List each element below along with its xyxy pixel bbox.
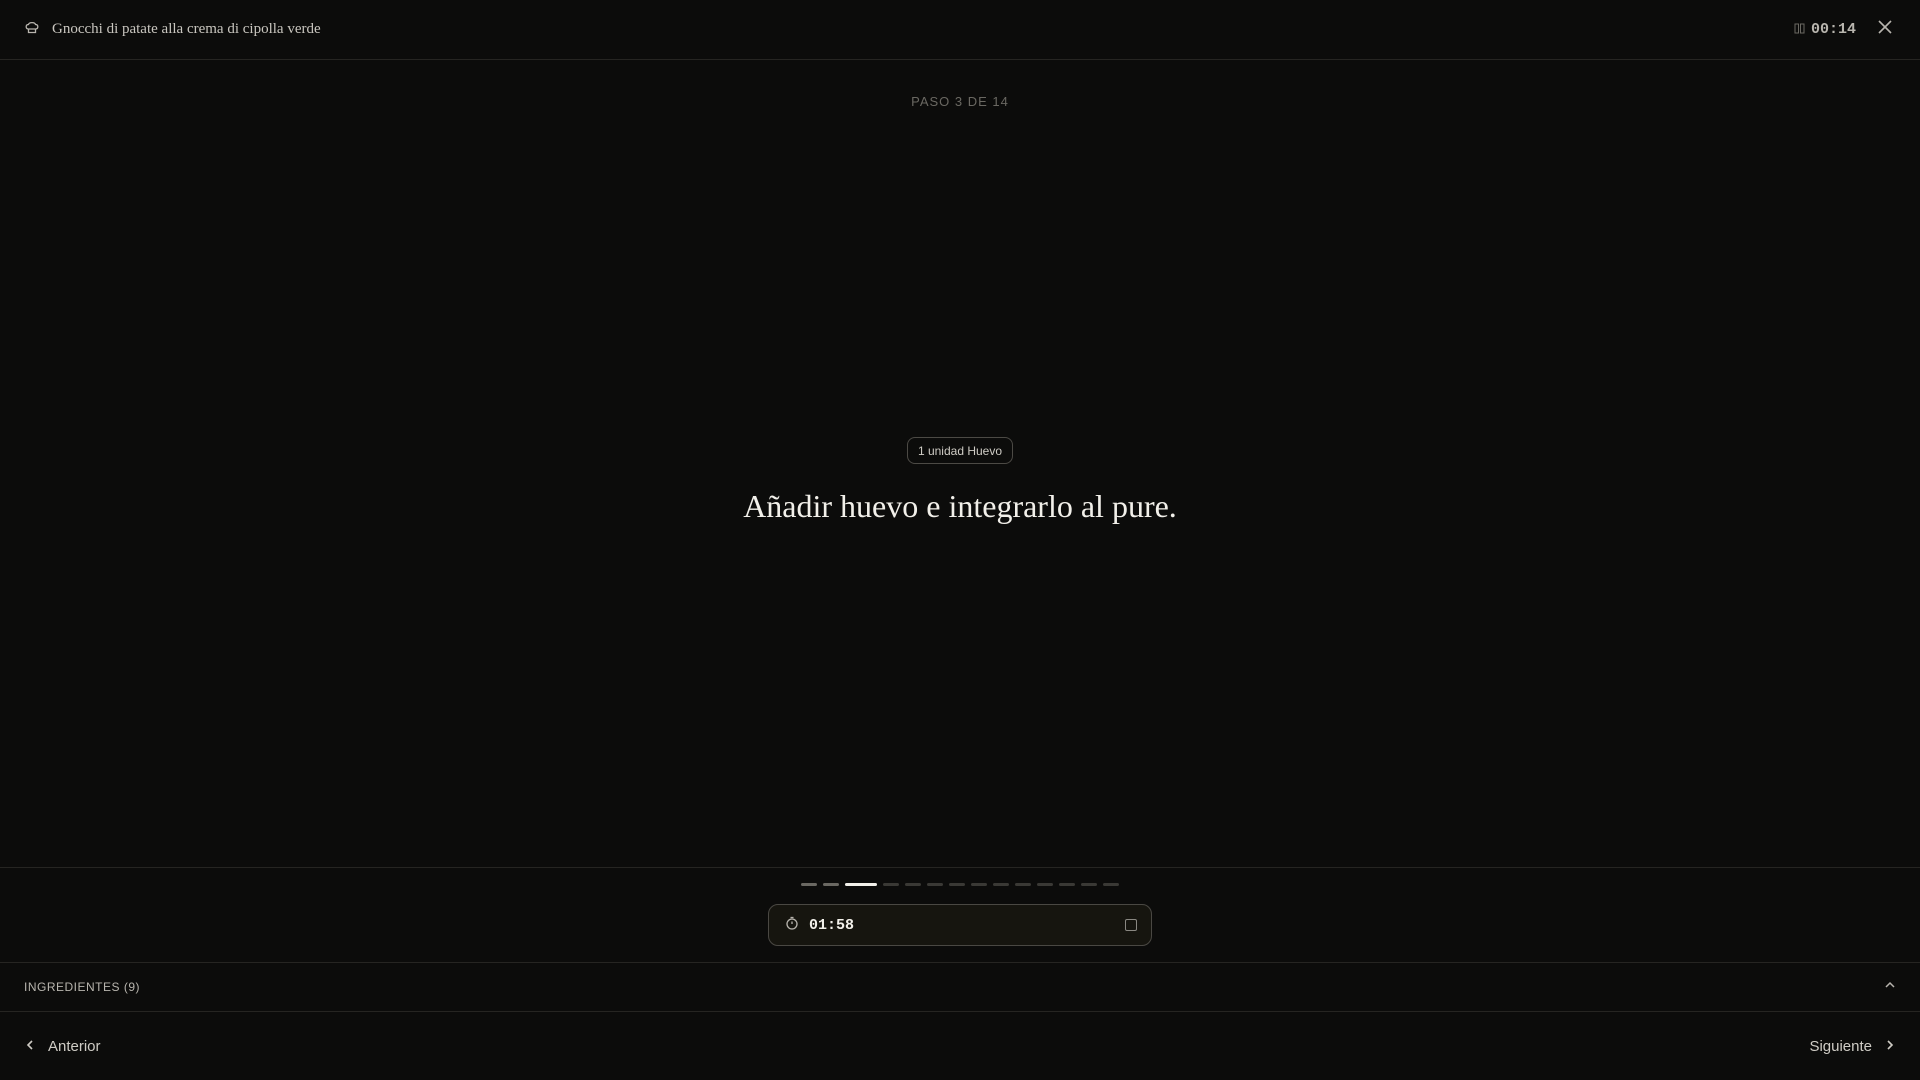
progress-segment: [845, 883, 877, 886]
progress-segment: [971, 883, 987, 886]
chevron-left-icon: [24, 1038, 36, 1055]
previous-button[interactable]: Anterior: [24, 1038, 101, 1055]
step-navigation: Anterior Siguiente: [0, 1012, 1920, 1080]
chevron-right-icon: [1884, 1038, 1896, 1055]
elapsed-timer: 00:14: [1794, 21, 1856, 39]
progress-segment: [993, 883, 1009, 886]
progress-segment: [1103, 883, 1119, 886]
previous-label: Anterior: [48, 1037, 101, 1055]
close-button[interactable]: [1874, 19, 1896, 41]
progress-segment: [883, 883, 899, 886]
progress-segment: [905, 883, 921, 886]
top-bar: Gnocchi di patate alla crema di cipolla …: [0, 0, 1920, 60]
step-timer: 01:58: [768, 904, 1152, 946]
timer-value: 01:58: [809, 916, 855, 934]
ingredient-chip: 1 unidad Huevo: [907, 437, 1013, 464]
chevron-up-icon: [1884, 978, 1896, 996]
progress-segment: [949, 883, 965, 886]
elapsed-time: 00:14: [1810, 21, 1856, 38]
next-label: Siguiente: [1809, 1037, 1872, 1055]
step-instruction: Añadir huevo e integrarlo al pure.: [743, 488, 1177, 524]
step-progress: [801, 883, 1119, 886]
step-counter: PASO 3 DE 14: [911, 94, 1009, 109]
progress-segment: [1081, 883, 1097, 886]
clock-icon: [1794, 21, 1805, 39]
divider: [0, 867, 1920, 868]
progress-segment: [823, 883, 839, 886]
header-actions: 00:14: [1794, 19, 1896, 41]
stopwatch-icon: [785, 916, 799, 935]
progress-segment: [801, 883, 817, 886]
next-button[interactable]: Siguiente: [1809, 1038, 1896, 1055]
recipe-title: Gnocchi di patate alla crema di cipolla …: [52, 21, 321, 37]
ingredients-label: INGREDIENTES (9): [24, 980, 141, 994]
progress-segment: [1059, 883, 1075, 886]
progress-segment: [927, 883, 943, 886]
ingredients-toggle[interactable]: INGREDIENTES (9): [0, 963, 1920, 1011]
chef-hat-icon: [24, 19, 40, 40]
stop-icon[interactable]: [1125, 919, 1137, 931]
recipe-info: Gnocchi di patate alla crema di cipolla …: [24, 19, 321, 40]
progress-segment: [1015, 883, 1031, 886]
progress-segment: [1037, 883, 1053, 886]
close-icon: [1878, 20, 1892, 39]
